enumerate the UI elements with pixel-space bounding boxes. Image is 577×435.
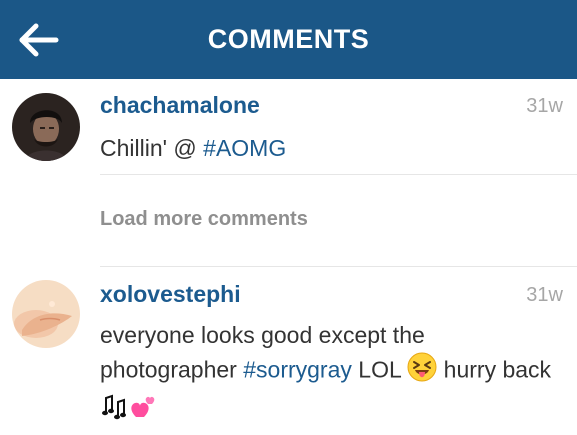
squinting-face-with-tongue-icon [407,352,437,391]
comment-username[interactable]: chachamalone [100,92,260,119]
comment-timestamp: 31w [526,284,563,306]
avatar[interactable] [12,280,80,348]
hashtag-link[interactable]: #sorrygray [243,357,352,383]
comment-text: everyone looks good except the photograp… [100,318,562,430]
top-header: COMMENTS [0,0,577,79]
two-hearts-icon [128,391,158,430]
comment-text-plain: hurry back [437,356,552,383]
load-more-comments-link[interactable]: Load more comments [100,208,308,231]
comment-item: chachamalone 31w Chillin' @ #AOMG [0,79,577,175]
comment-timestamp: 31w [526,95,563,117]
back-button[interactable] [14,20,64,60]
divider [100,266,577,267]
comment-text-plain: LOL [351,356,408,383]
comment-text: Chillin' @ #AOMG [100,131,562,165]
avatar[interactable] [12,93,80,161]
back-arrow-icon [19,23,59,57]
comment-username[interactable]: xolovestephi [100,281,241,308]
avatar-photo [12,280,80,348]
avatar-photo [12,93,80,161]
comment-item: xolovestephi 31w everyone looks good exc… [0,270,577,435]
divider [100,174,577,175]
page-title: COMMENTS [207,24,370,54]
comment-text-plain: Chillin' @ [100,135,204,161]
hashtag-link[interactable]: #AOMG [203,135,286,161]
musical-notes-icon [100,392,128,429]
